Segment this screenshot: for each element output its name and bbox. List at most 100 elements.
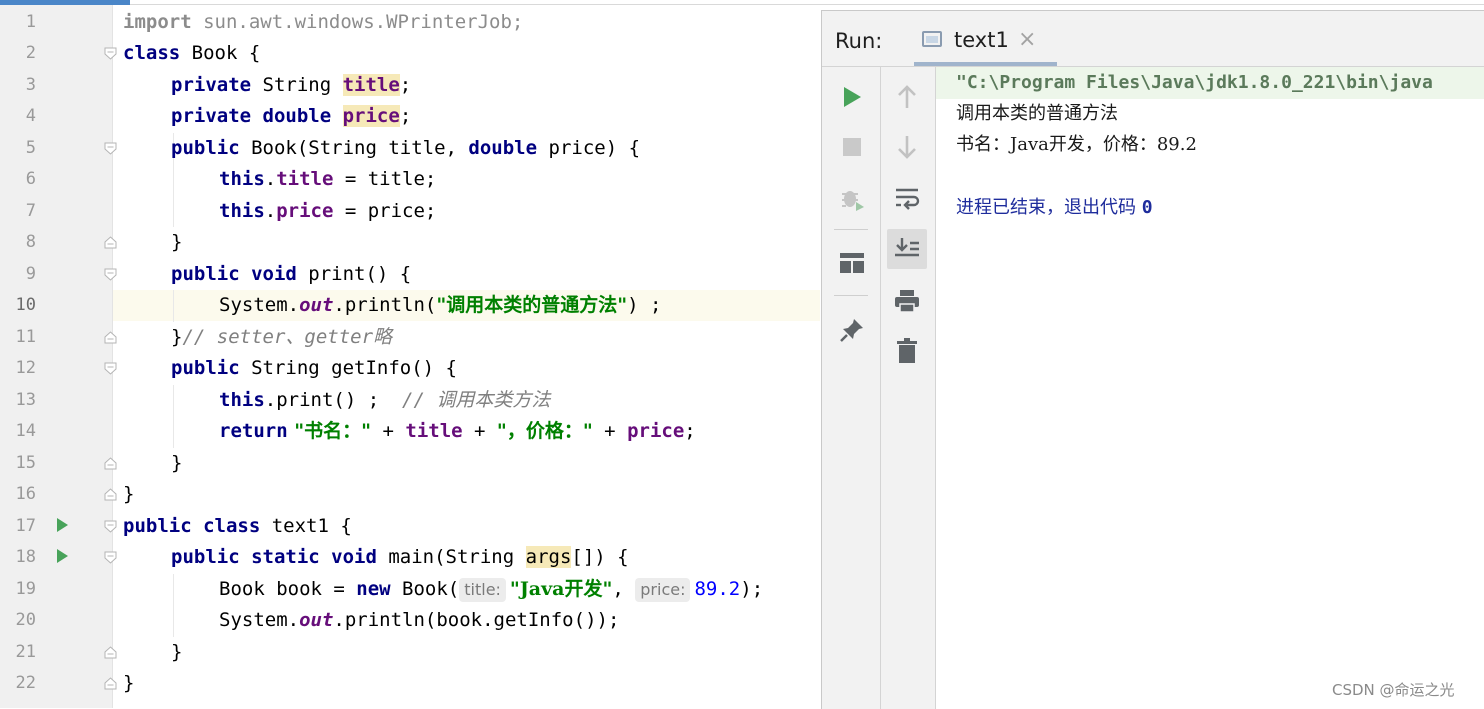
field-price: price	[627, 420, 685, 442]
code-text: }	[171, 326, 183, 348]
line-number: 7	[25, 201, 36, 221]
keyword: private	[171, 74, 252, 96]
fold-icon[interactable]	[104, 488, 117, 501]
keyword: private double	[171, 105, 332, 127]
code-line-20: System.out.println(book.getInfo());	[219, 605, 619, 636]
line-number: 15	[15, 453, 36, 473]
code-line-5: public Book(String title, double price) …	[171, 133, 640, 164]
exit-code: 0	[1141, 197, 1153, 218]
layout-button[interactable]	[832, 243, 872, 283]
fold-icon[interactable]	[104, 457, 117, 470]
toolbar-divider	[834, 229, 868, 230]
fold-icon[interactable]	[104, 677, 117, 690]
line-number: 19	[15, 579, 36, 599]
code-text: ;	[684, 420, 696, 442]
previous-occurrence-button[interactable]	[887, 77, 927, 117]
code-text: = title;	[333, 168, 437, 190]
fold-icon[interactable]	[104, 142, 117, 155]
field-price: price	[276, 200, 334, 222]
line-number: 17	[15, 516, 36, 536]
soft-wrap-button[interactable]	[887, 179, 927, 219]
static-field-out: out	[299, 294, 334, 316]
code-text: String	[251, 74, 343, 96]
console-output[interactable]: "C:\Program Files\Java\jdk1.8.0_221\bin\…	[936, 67, 1484, 709]
indent-guide	[173, 574, 174, 637]
fold-icon[interactable]	[104, 551, 117, 564]
print-icon	[895, 290, 919, 313]
keyword: public class	[123, 515, 261, 537]
field-title: title	[276, 168, 334, 190]
down-arrow-icon	[898, 136, 916, 159]
code-text: .println(book.getInfo());	[333, 609, 620, 631]
code-text: = price;	[333, 200, 437, 222]
line-number: 9	[25, 264, 36, 284]
line-number-current: 10	[15, 295, 36, 315]
code-line-14: return "书名：" + title + "，价格：" + price;	[219, 416, 696, 447]
code-text: print() {	[296, 263, 412, 285]
line-number: 12	[15, 358, 36, 378]
tab-text1[interactable]: text1 ×	[914, 19, 1057, 66]
line-number: 1	[25, 12, 36, 32]
rerun-button[interactable]	[832, 77, 872, 117]
code-text: .	[264, 200, 277, 222]
indent-guide	[173, 385, 174, 448]
console-command: "C:\Program Files\Java\jdk1.8.0_221\bin\…	[956, 72, 1433, 93]
code-text: .println(	[333, 294, 437, 316]
console-output-line: 书名：Java开发，价格：89.2	[956, 134, 1197, 155]
comment: // 调用本类方法	[402, 389, 551, 411]
stop-button[interactable]	[832, 127, 872, 167]
debug-icon	[842, 191, 864, 211]
keyword: class	[123, 42, 181, 64]
run-toolbar-secondary	[881, 67, 936, 709]
keyword-import: import	[123, 11, 192, 33]
string-literal: "书名："	[287, 420, 372, 442]
clear-all-button[interactable]	[887, 331, 927, 371]
param-hint-title: title:	[459, 578, 506, 602]
fold-icon[interactable]	[104, 646, 117, 659]
code-line-2: class Book {	[123, 38, 260, 69]
fold-icon[interactable]	[104, 236, 117, 249]
console-icon	[922, 31, 942, 47]
fold-icon[interactable]	[104, 331, 117, 344]
pin-icon	[840, 319, 863, 342]
field-title: title	[405, 420, 463, 442]
code-text: ;	[399, 105, 412, 127]
fold-icon[interactable]	[104, 268, 117, 281]
exit-text: 进程已结束，退出代码	[956, 197, 1142, 218]
line-number: 14	[15, 421, 36, 441]
console-output-line: 调用本类的普通方法	[956, 103, 1118, 124]
print-button[interactable]	[887, 281, 927, 321]
fold-icon[interactable]	[104, 47, 117, 60]
line-number: 5	[25, 138, 36, 158]
code-text: );	[740, 578, 764, 600]
line-number: 22	[15, 673, 36, 693]
pin-button[interactable]	[832, 310, 872, 350]
code-line-15: }	[171, 452, 183, 474]
code-text: Book book =	[219, 578, 357, 600]
string-literal: "，价格："	[496, 420, 593, 442]
code-text: ) ;	[627, 294, 662, 316]
fold-icon[interactable]	[104, 520, 117, 533]
close-icon[interactable]: ×	[1018, 27, 1036, 52]
code-line-1: import sun.awt.windows.WPrinterJob;	[123, 7, 523, 38]
code-text: System.	[219, 609, 300, 631]
static-field-out: out	[299, 609, 334, 631]
code-text: .print() ;	[264, 389, 403, 411]
keyword: public static void	[171, 546, 377, 568]
code-line-8: }	[171, 231, 183, 253]
fold-icon[interactable]	[104, 362, 117, 375]
line-number: 6	[25, 169, 36, 189]
line-number: 11	[15, 327, 36, 347]
up-arrow-icon	[898, 85, 916, 108]
trash-icon	[897, 338, 917, 363]
run-gutter-icon[interactable]	[57, 549, 68, 563]
next-occurrence-button[interactable]	[887, 127, 927, 167]
debug-button[interactable]	[832, 178, 872, 218]
code-line-13: this.print() ; // 调用本类方法	[219, 385, 550, 416]
line-number: 16	[15, 484, 36, 504]
run-gutter-icon[interactable]	[57, 518, 68, 532]
code-text: price) {	[537, 137, 641, 159]
code-text: []) {	[571, 546, 629, 568]
scroll-to-end-button[interactable]	[887, 229, 927, 269]
